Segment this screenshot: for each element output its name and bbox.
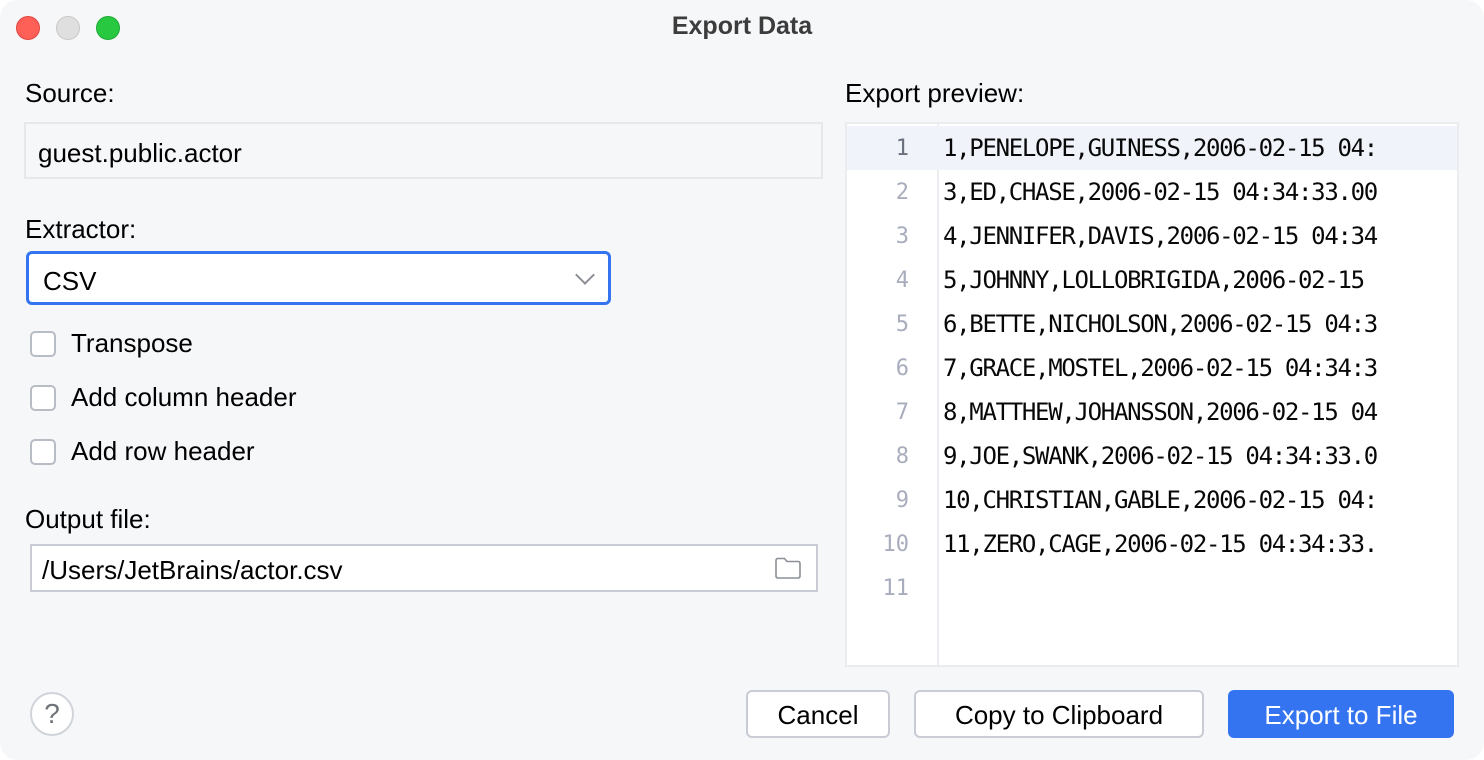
- preview-line-text: 5,JOHNNY,LOLLOBRIGIDA,2006-02-15: [943, 266, 1365, 294]
- dialog-title: Export Data: [671, 12, 813, 40]
- preview-line-text: 11,ZERO,CAGE,2006-02-15 04:34:33.: [943, 530, 1378, 558]
- export-to-file-button[interactable]: Export to File: [1228, 690, 1454, 738]
- add-column-header-label: Add column header: [71, 382, 297, 412]
- chevron-down-icon: [575, 265, 595, 285]
- line-number: 3: [895, 224, 909, 249]
- add-column-header-option[interactable]: Add column header: [30, 382, 296, 413]
- add-row-header-option[interactable]: Add row header: [30, 436, 255, 467]
- add-row-header-checkbox[interactable]: [30, 438, 56, 465]
- line-number: 7: [895, 400, 909, 425]
- preview-line: 10 11,ZERO,CAGE,2006-02-15 04:34:33.: [847, 522, 1457, 566]
- preview-line-text: 10,CHRISTIAN,GABLE,2006-02-15 04:: [943, 486, 1378, 514]
- preview-line-text: 3,ED,CHASE,2006-02-15 04:34:33.00: [943, 178, 1378, 206]
- preview-line-text: 8,MATTHEW,JOHANSSON,2006-02-15 04: [943, 398, 1378, 426]
- line-number: 4: [895, 268, 909, 293]
- folder-icon[interactable]: [774, 556, 802, 580]
- export-preview-editor[interactable]: 1 1,PENELOPE,GUINESS,2006-02-15 04: 2 3,ED,…: [845, 122, 1459, 667]
- transpose-option[interactable]: Transpose: [30, 328, 193, 359]
- preview-line: 11: [847, 566, 1457, 610]
- preview-line: 8 9,JOE,SWANK,2006-02-15 04:34:33.0: [847, 434, 1457, 478]
- line-number: 9: [895, 488, 909, 513]
- add-column-header-checkbox[interactable]: [30, 384, 56, 411]
- help-button[interactable]: ?: [30, 692, 74, 736]
- preview-line: 3 4,JENNIFER,DAVIS,2006-02-15 04:34: [847, 214, 1457, 258]
- transpose-label: Transpose: [71, 328, 193, 358]
- line-number: 11: [882, 576, 910, 601]
- export-preview-label: Export preview:: [845, 78, 1025, 108]
- line-number: 8: [895, 444, 909, 469]
- source-label: Source:: [25, 78, 115, 108]
- line-number: 2: [895, 180, 909, 205]
- preview-line: 2 3,ED,CHASE,2006-02-15 04:34:33.00: [847, 170, 1457, 214]
- output-file-value: /Users/JetBrains/actor.csv: [42, 555, 343, 585]
- extractor-selected-value: CSV: [43, 266, 97, 296]
- output-file-label: Output file:: [25, 504, 151, 534]
- preview-line: 1 1,PENELOPE,GUINESS,2006-02-15 04:: [847, 126, 1457, 170]
- preview-line-text: 6,BETTE,NICHOLSON,2006-02-15 04:3: [943, 310, 1378, 338]
- add-row-header-label: Add row header: [71, 436, 255, 466]
- line-number: 10: [882, 532, 910, 557]
- extractor-select[interactable]: CSV: [26, 251, 611, 305]
- source-field: guest.public.actor: [24, 122, 823, 179]
- preview-line-text: 7,GRACE,MOSTEL,2006-02-15 04:34:3: [943, 354, 1378, 382]
- copy-to-clipboard-button[interactable]: Copy to Clipboard: [914, 690, 1204, 738]
- preview-line: 4 5,JOHNNY,LOLLOBRIGIDA,2006-02-15: [847, 258, 1457, 302]
- transpose-checkbox[interactable]: [30, 330, 56, 357]
- line-number: 1: [895, 136, 909, 161]
- extractor-label: Extractor:: [25, 214, 137, 244]
- line-number: 6: [895, 356, 909, 381]
- cancel-button[interactable]: Cancel: [746, 690, 890, 738]
- preview-line-text: 4,JENNIFER,DAVIS,2006-02-15 04:34: [943, 222, 1378, 250]
- preview-line: 9 10,CHRISTIAN,GABLE,2006-02-15 04:: [847, 478, 1457, 522]
- export-data-dialog: Export Data Source: guest.public.actor E…: [0, 0, 1484, 760]
- preview-line: 5 6,BETTE,NICHOLSON,2006-02-15 04:3: [847, 302, 1457, 346]
- preview-line-text: 9,JOE,SWANK,2006-02-15 04:34:33.0: [943, 442, 1378, 470]
- preview-line: 6 7,GRACE,MOSTEL,2006-02-15 04:34:3: [847, 346, 1457, 390]
- preview-line-text: 1,PENELOPE,GUINESS,2006-02-15 04:: [943, 134, 1378, 162]
- line-number: 5: [895, 312, 909, 337]
- output-file-input[interactable]: /Users/JetBrains/actor.csv: [30, 544, 818, 592]
- preview-line: 7 8,MATTHEW,JOHANSSON,2006-02-15 04: [847, 390, 1457, 434]
